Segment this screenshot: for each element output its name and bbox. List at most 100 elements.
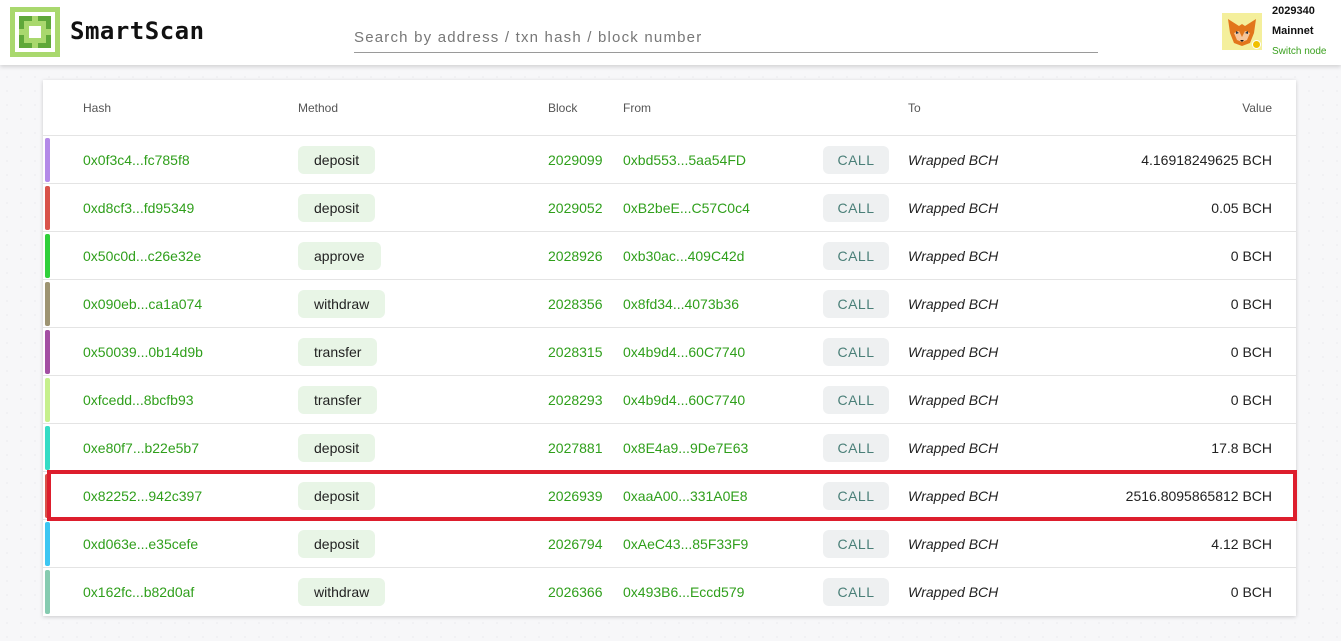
block-link[interactable]: 2029052 — [548, 200, 603, 216]
table-row[interactable]: 0x0f3c4...fc785f8 deposit 2029099 0xbd55… — [43, 136, 1296, 184]
call-badge: CALL — [823, 434, 889, 462]
method-badge: deposit — [298, 194, 376, 222]
row-color-bar — [45, 570, 50, 614]
table-row[interactable]: 0x50039...0b14d9b transfer 2028315 0x4b9… — [43, 328, 1296, 376]
transactions-table: Hash Method Block From To Value 0x0f3c4.… — [43, 80, 1296, 616]
row-color-bar — [45, 282, 50, 326]
txn-hash-link[interactable]: 0x82252...942c397 — [83, 488, 202, 504]
block-link[interactable]: 2028356 — [548, 296, 603, 312]
txn-hash-link[interactable]: 0x50c0d...c26e32e — [83, 248, 201, 264]
row-color-bar — [45, 234, 50, 278]
block-link[interactable]: 2029099 — [548, 152, 603, 168]
table-row[interactable]: 0xe80f7...b22e5b7 deposit 2027881 0x8E4a… — [43, 424, 1296, 472]
txn-hash-link[interactable]: 0xd8cf3...fd95349 — [83, 200, 194, 216]
txn-value: 0.05 BCH — [1211, 200, 1272, 216]
to-contract-link[interactable]: Wrapped BCH — [908, 488, 998, 504]
switch-node-link[interactable]: Switch node — [1272, 46, 1326, 57]
txn-hash-link[interactable]: 0x50039...0b14d9b — [83, 344, 203, 360]
connection-status-dot — [1252, 40, 1261, 49]
txn-value: 0 BCH — [1230, 392, 1272, 408]
table-row[interactable]: 0xd8cf3...fd95349 deposit 2029052 0xB2be… — [43, 184, 1296, 232]
to-contract-link[interactable]: Wrapped BCH — [908, 392, 998, 408]
to-contract-link[interactable]: Wrapped BCH — [908, 440, 998, 456]
txn-hash-link[interactable]: 0xd063e...e35cefe — [83, 536, 198, 552]
table-row[interactable]: 0xd063e...e35cefe deposit 2026794 0xAeC4… — [43, 520, 1296, 568]
column-header-from: From — [623, 101, 651, 115]
method-badge: deposit — [298, 434, 376, 462]
txn-value: 2516.8095865812 BCH — [1125, 488, 1272, 504]
method-badge: approve — [298, 242, 381, 270]
txn-value: 0 BCH — [1230, 344, 1272, 360]
latest-block-number: 2029340 — [1272, 5, 1315, 17]
block-link[interactable]: 2026794 — [548, 536, 603, 552]
search-input[interactable] — [354, 22, 1098, 53]
row-color-bar — [45, 186, 50, 230]
from-address-link[interactable]: 0xAeC43...85F33F9 — [623, 536, 748, 552]
txn-hash-link[interactable]: 0x162fc...b82d0af — [83, 584, 194, 600]
block-link[interactable]: 2026939 — [548, 488, 603, 504]
txn-value: 17.8 BCH — [1211, 440, 1272, 456]
from-address-link[interactable]: 0xb30ac...409C42d — [623, 248, 744, 264]
txn-value: 0 BCH — [1230, 248, 1272, 264]
from-address-link[interactable]: 0x8fd34...4073b36 — [623, 296, 739, 312]
call-badge: CALL — [823, 290, 889, 318]
to-contract-link[interactable]: Wrapped BCH — [908, 248, 998, 264]
table-row[interactable]: 0x162fc...b82d0af withdraw 2026366 0x493… — [43, 568, 1296, 616]
from-address-link[interactable]: 0x8E4a9...9De7E63 — [623, 440, 748, 456]
txn-hash-link[interactable]: 0x0f3c4...fc785f8 — [83, 152, 190, 168]
to-contract-link[interactable]: Wrapped BCH — [908, 584, 998, 600]
txn-value: 0 BCH — [1230, 296, 1272, 312]
block-link[interactable]: 2027881 — [548, 440, 603, 456]
from-address-link[interactable]: 0x4b9d4...60C7740 — [623, 344, 745, 360]
txn-hash-link[interactable]: 0x090eb...ca1a074 — [83, 296, 202, 312]
to-contract-link[interactable]: Wrapped BCH — [908, 536, 998, 552]
to-contract-link[interactable]: Wrapped BCH — [908, 200, 998, 216]
method-badge: withdraw — [298, 290, 386, 318]
call-badge: CALL — [823, 338, 889, 366]
row-color-bar — [45, 522, 50, 566]
smartscan-logo-icon[interactable] — [10, 7, 60, 57]
method-badge: transfer — [298, 338, 378, 366]
row-color-bar — [45, 378, 50, 422]
row-color-bar — [45, 474, 50, 518]
table-body: 0x0f3c4...fc785f8 deposit 2029099 0xbd55… — [43, 136, 1296, 616]
call-badge: CALL — [823, 578, 889, 606]
method-badge: deposit — [298, 146, 376, 174]
to-contract-link[interactable]: Wrapped BCH — [908, 152, 998, 168]
call-badge: CALL — [823, 482, 889, 510]
column-header-value: Value — [1242, 101, 1272, 115]
call-badge: CALL — [823, 146, 889, 174]
call-badge: CALL — [823, 194, 889, 222]
block-link[interactable]: 2028315 — [548, 344, 603, 360]
row-color-bar — [45, 426, 50, 470]
table-row[interactable]: 0xfcedd...8bcfb93 transfer 2028293 0x4b9… — [43, 376, 1296, 424]
txn-hash-link[interactable]: 0xfcedd...8bcfb93 — [83, 392, 194, 408]
from-address-link[interactable]: 0x4b9d4...60C7740 — [623, 392, 745, 408]
table-row[interactable]: 0x090eb...ca1a074 withdraw 2028356 0x8fd… — [43, 280, 1296, 328]
from-address-link[interactable]: 0xB2beE...C57C0c4 — [623, 200, 750, 216]
table-row[interactable]: 0x50c0d...c26e32e approve 2028926 0xb30a… — [43, 232, 1296, 280]
block-link[interactable]: 2028926 — [548, 248, 603, 264]
method-badge: deposit — [298, 482, 376, 510]
call-badge: CALL — [823, 386, 889, 414]
from-address-link[interactable]: 0xaaA00...331A0E8 — [623, 488, 748, 504]
top-header: SmartScan 2029340 Mainnet Switch node — [0, 0, 1341, 65]
column-header-hash: Hash — [83, 101, 112, 115]
method-badge: transfer — [298, 386, 378, 414]
txn-hash-link[interactable]: 0xe80f7...b22e5b7 — [83, 440, 199, 456]
column-header-method: Method — [298, 101, 339, 115]
txn-value: 4.12 BCH — [1211, 536, 1272, 552]
block-link[interactable]: 2028293 — [548, 392, 603, 408]
to-contract-link[interactable]: Wrapped BCH — [908, 296, 998, 312]
from-address-link[interactable]: 0x493B6...Eccd579 — [623, 584, 744, 600]
method-badge: deposit — [298, 530, 376, 558]
from-address-link[interactable]: 0xbd553...5aa54FD — [623, 152, 746, 168]
table-header: Hash Method Block From To Value — [43, 80, 1296, 136]
txn-value: 0 BCH — [1230, 584, 1272, 600]
table-row[interactable]: 0x82252...942c397 deposit 2026939 0xaaA0… — [43, 472, 1296, 520]
row-color-bar — [45, 330, 50, 374]
brand-name[interactable]: SmartScan — [70, 17, 205, 45]
network-name: Mainnet — [1272, 25, 1314, 37]
to-contract-link[interactable]: Wrapped BCH — [908, 344, 998, 360]
block-link[interactable]: 2026366 — [548, 584, 603, 600]
